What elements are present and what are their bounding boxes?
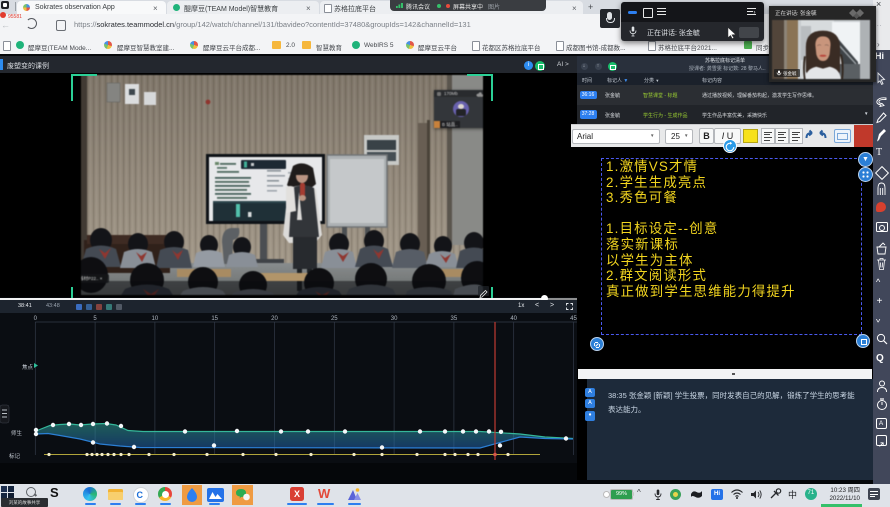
svg-text:焦点: 焦点 — [22, 363, 34, 371]
svg-text:25: 25 — [331, 316, 338, 322]
svg-text:30: 30 — [391, 316, 398, 322]
svg-text:师生: 师生 — [11, 429, 23, 437]
svg-text:40: 40 — [510, 316, 517, 322]
svg-text:标记: 标记 — [9, 452, 21, 460]
svg-text:20: 20 — [271, 316, 278, 322]
svg-text:35: 35 — [451, 316, 458, 322]
svg-text:10: 10 — [152, 316, 159, 322]
svg-text:15: 15 — [211, 316, 218, 322]
